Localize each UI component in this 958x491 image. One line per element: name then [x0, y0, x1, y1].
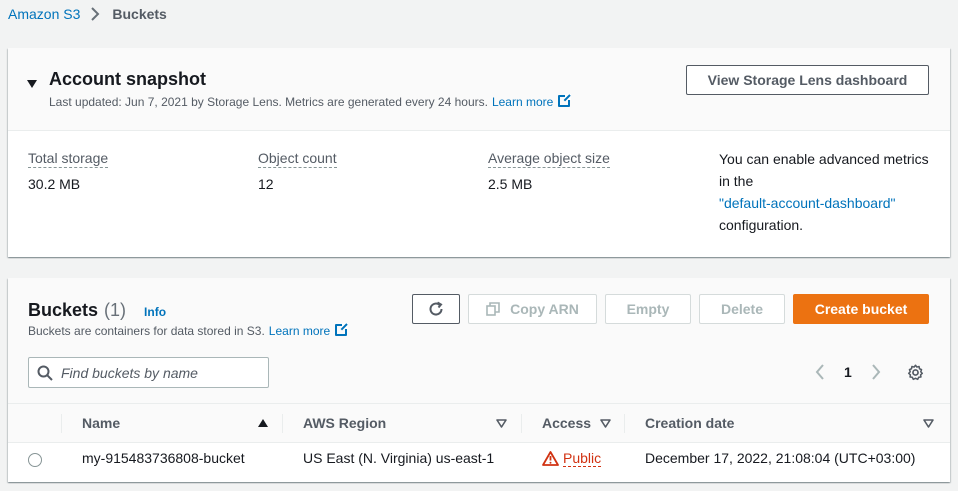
- default-account-dashboard-link[interactable]: "default-account-dashboard": [719, 195, 896, 211]
- bucket-region: US East (N. Virginia) us-east-1: [303, 450, 495, 466]
- refresh-button[interactable]: [412, 294, 460, 324]
- bucket-search[interactable]: [28, 357, 269, 388]
- column-access[interactable]: Access: [542, 404, 611, 442]
- buckets-title: Buckets: [28, 300, 99, 320]
- row-select-radio[interactable]: [28, 453, 42, 467]
- empty-button[interactable]: Empty: [605, 294, 691, 324]
- metric-value: 12: [258, 176, 274, 192]
- previous-page-icon[interactable]: [815, 364, 825, 380]
- sort-caret-down-icon: [600, 418, 611, 428]
- external-link-icon: [558, 94, 572, 107]
- search-input[interactable]: [61, 364, 251, 381]
- column-name-label: Name: [82, 415, 121, 431]
- page-number[interactable]: 1: [844, 364, 852, 380]
- advanced-note-line: configuration.: [719, 217, 804, 233]
- learn-more-label: Learn more: [268, 324, 331, 338]
- create-bucket-button[interactable]: Create bucket: [793, 294, 929, 324]
- buckets-panel: Buckets (1) Info Buckets are containers …: [8, 278, 950, 482]
- column-created-label: Creation date: [645, 415, 735, 431]
- column-aws-region[interactable]: AWS Region: [303, 404, 507, 442]
- table-header: Name AWS Region Access Creation date: [8, 403, 950, 443]
- breadcrumb-current: Buckets: [112, 6, 167, 22]
- sort-caret-down-icon: [923, 418, 934, 428]
- buckets-count: (1): [104, 300, 127, 320]
- metric-label[interactable]: Total storage: [28, 150, 109, 168]
- metric-average-object-size: Average object size 2.5 MB: [488, 150, 610, 192]
- column-name[interactable]: Name: [82, 404, 282, 442]
- advanced-note-line: in the: [719, 173, 754, 189]
- advanced-metrics-note: You can enable advanced metrics in the "…: [719, 148, 944, 236]
- refresh-icon: [429, 301, 443, 316]
- column-region-label: AWS Region: [303, 415, 387, 431]
- view-storage-lens-button[interactable]: View Storage Lens dashboard: [686, 65, 929, 95]
- account-snapshot-title: Account snapshot: [49, 69, 207, 89]
- copy-arn-button[interactable]: Copy ARN: [468, 294, 597, 324]
- metric-total-storage: Total storage 30.2 MB: [28, 150, 109, 192]
- column-access-label: Access: [542, 415, 592, 431]
- buckets-learn-more-link[interactable]: Learn more: [268, 323, 349, 338]
- info-link[interactable]: Info: [144, 305, 166, 319]
- breadcrumb: Amazon S3 Buckets: [8, 6, 167, 22]
- metric-label[interactable]: Average object size: [488, 150, 610, 168]
- next-page-icon[interactable]: [871, 364, 881, 380]
- breadcrumb-link-amazon-s3[interactable]: Amazon S3: [8, 6, 80, 22]
- search-icon: [37, 365, 53, 381]
- metric-value: 2.5 MB: [488, 176, 533, 192]
- sort-caret-down-icon: [496, 418, 507, 428]
- buckets-description-text: Buckets are containers for data stored i…: [28, 324, 265, 338]
- buckets-heading: Buckets (1) Info: [28, 300, 166, 321]
- metric-object-count: Object count 12: [258, 150, 337, 192]
- column-creation-date[interactable]: Creation date: [645, 404, 934, 442]
- bucket-access: Public: [542, 450, 602, 467]
- sort-ascending-icon: [258, 419, 268, 427]
- external-link-icon: [335, 323, 349, 336]
- settings-gear-icon[interactable]: [907, 364, 924, 381]
- snapshot-updated: Last updated: Jun 7, 2021 by Storage Len…: [49, 94, 572, 109]
- warning-icon: [542, 451, 559, 466]
- bucket-creation-date: December 17, 2022, 21:08:04 (UTC+03:00): [645, 450, 916, 466]
- snapshot-updated-text: Last updated: Jun 7, 2021 by Storage Len…: [49, 95, 488, 109]
- copy-icon: [486, 302, 500, 316]
- chevron-right-icon: [91, 7, 100, 21]
- bucket-name-link[interactable]: my-915483736808-bucket: [82, 450, 245, 466]
- metric-value: 30.2 MB: [28, 176, 81, 192]
- buckets-description: Buckets are containers for data stored i…: [28, 323, 349, 338]
- learn-more-label: Learn more: [491, 95, 554, 109]
- collapse-toggle[interactable]: [27, 75, 37, 91]
- account-snapshot-panel: Account snapshot Last updated: Jun 7, 20…: [8, 48, 950, 257]
- copy-arn-label: Copy ARN: [510, 301, 579, 317]
- caret-down-icon: [27, 80, 37, 88]
- access-public-label[interactable]: Public: [563, 450, 602, 467]
- advanced-note-line: You can enable advanced metrics: [719, 151, 929, 167]
- snapshot-learn-more-link[interactable]: Learn more: [491, 94, 572, 109]
- metric-label[interactable]: Object count: [258, 150, 337, 168]
- delete-button[interactable]: Delete: [699, 294, 785, 324]
